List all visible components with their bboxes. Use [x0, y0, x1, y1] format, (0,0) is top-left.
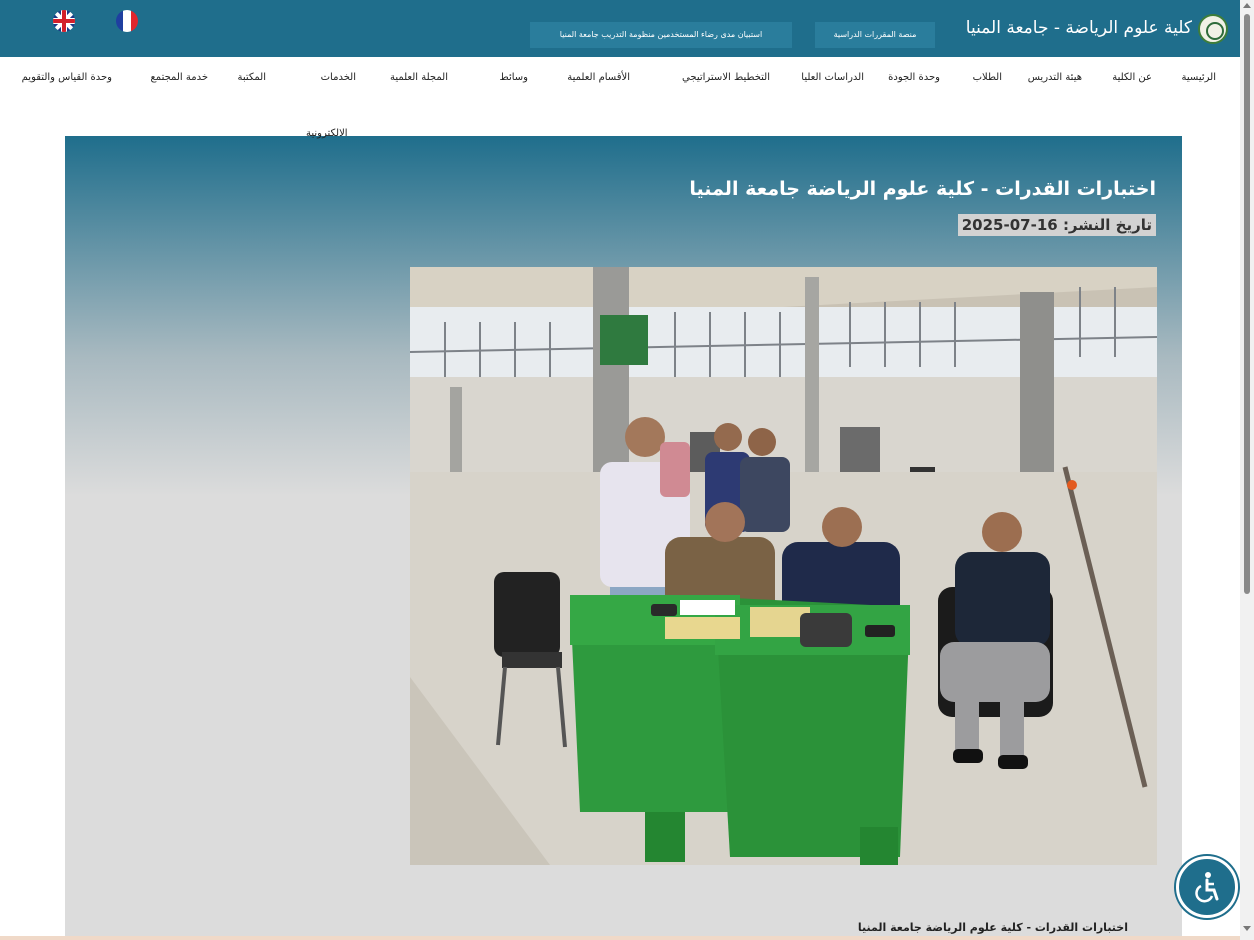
nav-item-services[interactable]: الخدمات [321, 72, 356, 83]
article-title: اختبارات القدرات - كلية علوم الرياضة جام… [689, 178, 1156, 200]
nav-item-measurement-unit[interactable]: وحدة القياس والتقويم [22, 72, 112, 83]
survey-button[interactable]: استبيان مدى رضاء المستخدمين منظومة التدر… [530, 22, 792, 48]
article-container: اختبارات القدرات - كلية علوم الرياضة جام… [65, 136, 1182, 940]
nav-item-students[interactable]: الطلاب [973, 72, 1002, 83]
nav-item-postgraduate[interactable]: الدراسات العليا [801, 72, 864, 83]
bottom-border [0, 936, 1240, 940]
courses-platform-button[interactable]: منصة المقررات الدراسية [815, 22, 935, 48]
nav-item-faculty[interactable]: هيئة التدريس [1028, 72, 1082, 83]
publish-date: تاريخ النشر: 16-07-2025 [957, 214, 1156, 236]
nav-item-community-service[interactable]: خدمة المجتمع [150, 72, 208, 83]
publish-date-value: 16-07-2025 [961, 216, 1058, 234]
scroll-thumb[interactable] [1244, 14, 1250, 594]
nav-item-scientific-journal[interactable]: المجلة العلمية [390, 72, 448, 83]
nav-item-strategic-planning[interactable]: التخطيط الاستراتيجي [682, 72, 770, 83]
page-scrollbar[interactable] [1240, 0, 1254, 940]
scroll-up-icon[interactable] [1243, 3, 1251, 8]
nav-item-media[interactable]: وسائط [499, 72, 528, 83]
scroll-down-icon[interactable] [1243, 926, 1251, 931]
nav-item-quality-unit[interactable]: وحدة الجودة [888, 72, 940, 83]
france-flag-icon[interactable] [116, 10, 138, 32]
nav-item-departments[interactable]: الأقسام العلمية [567, 72, 630, 83]
article-caption: اختبارات القدرات - كلية علوم الرياضة جام… [857, 921, 1128, 934]
accessibility-icon [1195, 872, 1219, 903]
nav-item-about[interactable]: عن الكلية [1112, 72, 1152, 83]
main-nav: الرئيسية عن الكلية هيئة التدريس الطلاب و… [0, 72, 1240, 92]
site-title[interactable]: كلية علوم الرياضة - جامعة المنيا [966, 18, 1192, 38]
photo-ability-tests [410, 267, 1157, 865]
accessibility-button[interactable] [1176, 856, 1238, 918]
nav-item-services-wrap[interactable]: الالكترونية [306, 128, 348, 139]
college-logo-icon[interactable] [1198, 14, 1228, 44]
uk-flag-icon[interactable] [53, 10, 75, 32]
nav-item-home[interactable]: الرئيسية [1182, 72, 1216, 83]
publish-date-label: تاريخ النشر: [1062, 216, 1152, 234]
article-photo[interactable] [410, 267, 1157, 865]
nav-item-library[interactable]: المكتبة [237, 72, 266, 83]
top-bar: استبيان مدى رضاء المستخدمين منظومة التدر… [0, 0, 1240, 57]
